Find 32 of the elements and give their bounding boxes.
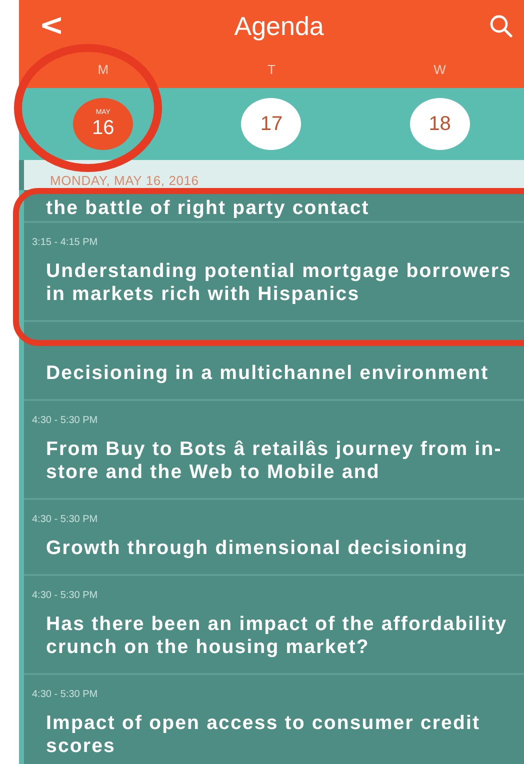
- session-time: 3:15 - 4:15 PM: [32, 237, 99, 248]
- session-row[interactable]: 4:30 - 5:30 PM From Buy to Bots â retailâs journey from in-store and the Web to Mobile and: [24, 401, 524, 500]
- session-time: 4:30 - 5:30 PM: [32, 689, 99, 700]
- screen-title: Agenda: [233, 10, 325, 42]
- session-row[interactable]: 3:15 - 4:15 PM Understanding potential mortgage borrowers in markets rich with Hispanics: [24, 223, 524, 322]
- session-title: Understanding potential mortgage borrowers in markets rich with Hispanics: [45, 260, 512, 306]
- session-time: 4:30 - 5:30 PM: [32, 514, 99, 525]
- session-title: Decisioning in a multichannel environment: [45, 362, 490, 385]
- session-title: From Buy to Bots â retailâs journey from in-store and the Web to Mobile and: [45, 438, 503, 484]
- session-title: the battle of right party contact: [45, 197, 370, 220]
- session-row[interactable]: the battle of right party contact: [24, 190, 524, 223]
- session-title: Growth through dimensional decisioning: [45, 537, 470, 560]
- back-button[interactable]: <: [33, 11, 70, 41]
- date-number: 17: [260, 112, 283, 136]
- session-row[interactable]: 4:30 - 5:30 PM Impact of open access to consumer credit scores: [24, 675, 524, 764]
- session-row[interactable]: 4:30 - 5:30 PM Growth through dimensional decisioning: [24, 500, 524, 576]
- session-title: Impact of open access to consumer credit scores: [45, 712, 482, 758]
- session-title: Has there been an impact of the affordability crunch on the housing market?: [45, 613, 508, 659]
- session-time: 4:30 - 5:30 PM: [32, 590, 99, 601]
- date-button[interactable]: 18: [410, 98, 470, 150]
- session-row[interactable]: 4:30 - 5:30 PM Has there been an impact of the affordability crunch on the housing market?: [24, 576, 524, 675]
- weekday-label: M: [96, 62, 110, 77]
- date-number: 16: [92, 116, 114, 140]
- search-icon: [488, 13, 514, 39]
- session-row[interactable]: Decisioning in a multichannel environment: [24, 322, 524, 401]
- date-number: 18: [428, 112, 451, 136]
- weekday-label: T: [266, 62, 276, 77]
- weekday-label: W: [432, 62, 447, 77]
- search-button[interactable]: [488, 13, 514, 39]
- date-heading: MONDAY, MAY 16, 2016: [50, 173, 199, 188]
- session-time: 4:30 - 5:30 PM: [32, 415, 99, 426]
- date-button[interactable]: 17: [241, 98, 302, 150]
